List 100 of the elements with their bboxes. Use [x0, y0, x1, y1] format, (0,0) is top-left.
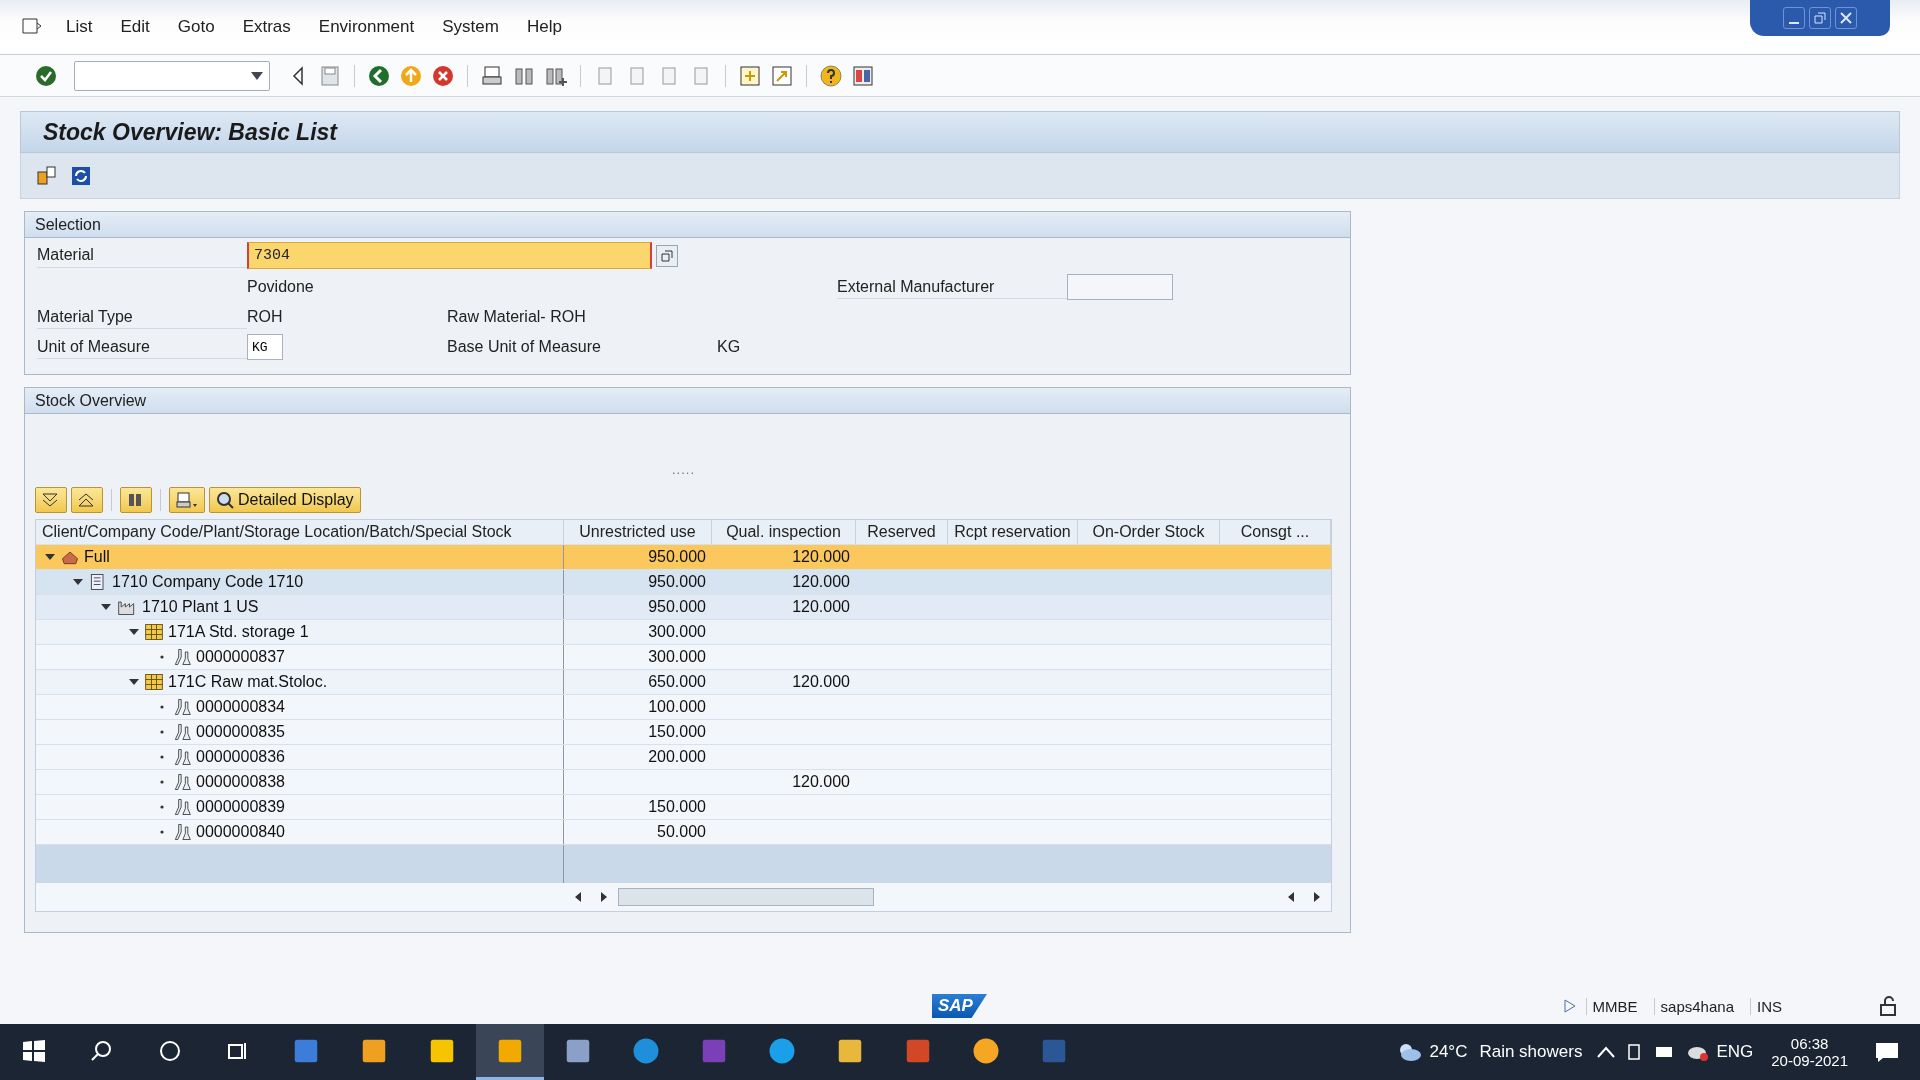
- transaction-code[interactable]: MMBE: [1585, 997, 1644, 1015]
- unit-field[interactable]: KG: [247, 334, 283, 360]
- menu-item[interactable]: Environment: [304, 17, 429, 37]
- column-header[interactable]: Reserved: [856, 520, 948, 544]
- play-icon[interactable]: [1563, 999, 1576, 1013]
- notification-icon[interactable]: [1874, 1040, 1900, 1064]
- scroll-arrows-icon[interactable]: [1287, 891, 1321, 903]
- value-help-button[interactable]: [656, 244, 678, 267]
- panel-header: Stock Overview: [25, 388, 1350, 414]
- warehouse-icon: [144, 622, 164, 642]
- tree-row[interactable]: 0000000835 150.000: [36, 720, 1331, 745]
- collapse-all-button[interactable]: [71, 487, 103, 513]
- minimize-button[interactable]: [1783, 7, 1805, 29]
- splitter-handle[interactable]: .....: [671, 462, 696, 477]
- temperature: 24°C: [1428, 1042, 1469, 1062]
- hierarchy-icon[interactable]: [35, 163, 59, 188]
- circle-icon: [158, 1038, 182, 1063]
- table-cell-text: 950.000: [647, 573, 707, 591]
- tree-node-label: 0000000836: [196, 748, 285, 766]
- windows-icon: [22, 1038, 46, 1063]
- tree-row[interactable]: 0000000837 300.000: [36, 645, 1331, 670]
- tree-row[interactable]: 0000000838 120.000: [36, 770, 1331, 795]
- menu-item[interactable]: System: [428, 17, 513, 37]
- tree-row[interactable]: 1710 Plant 1 US 950.000 120.000: [36, 595, 1331, 620]
- layout-icon[interactable]: [851, 63, 875, 88]
- expand-all-button[interactable]: [35, 487, 67, 513]
- expand-all-icon: [42, 493, 58, 507]
- find-button[interactable]: [120, 487, 152, 513]
- table-cell-text: 120.000: [791, 598, 851, 616]
- save-icon[interactable]: [318, 63, 342, 88]
- tree-row[interactable]: Full 950.000 120.000: [36, 545, 1331, 570]
- tree-node-label: 0000000838: [196, 773, 285, 791]
- dropdown-arrow-icon[interactable]: [251, 71, 263, 80]
- tree-node-label: Full: [84, 548, 110, 566]
- language-indicator[interactable]: ENG: [1710, 1042, 1760, 1062]
- tree-row[interactable]: 171A Std. storage 1 300.000: [36, 620, 1331, 645]
- chevron-up-icon[interactable]: [1596, 1045, 1617, 1059]
- column-header[interactable]: On-Order Stock: [1078, 520, 1220, 544]
- scrollbar-thumb[interactable]: [618, 888, 874, 906]
- table-cell-text: 150.000: [647, 723, 707, 741]
- menu-item[interactable]: Goto: [163, 17, 229, 37]
- tree-node-label: 171A Std. storage 1: [168, 623, 309, 641]
- tree-node-label: 1710 Company Code 1710: [112, 573, 304, 591]
- restore-button[interactable]: [1809, 7, 1831, 29]
- table-cell-text: 120.000: [791, 548, 851, 566]
- flask-icon: [172, 772, 192, 792]
- column-header[interactable]: Client/Company Code/Plant/Storage Location/Batch/Special Stock: [36, 520, 564, 544]
- flask-icon: [172, 747, 192, 767]
- copy-icon: [661, 249, 673, 262]
- column-header[interactable]: Consgt ...: [1220, 520, 1331, 544]
- tree-row[interactable]: 0000000840 50.000: [36, 820, 1331, 845]
- column-header[interactable]: Rcpt reservation: [948, 520, 1078, 544]
- field-label: Material Type: [37, 305, 247, 329]
- table-cell-text: 200.000: [647, 748, 707, 766]
- shortcut-icon[interactable]: [770, 63, 794, 88]
- restore-icon: [1814, 12, 1826, 24]
- tree-row[interactable]: 0000000836 200.000: [36, 745, 1331, 770]
- tree-row[interactable]: 0000000834 100.000: [36, 695, 1331, 720]
- page-title: Stock Overview: Basic List: [43, 118, 337, 146]
- tree-row[interactable]: 0000000839 150.000: [36, 795, 1331, 820]
- clock[interactable]: 06:38 20-09-2021: [1759, 1035, 1860, 1069]
- check-icon[interactable]: [34, 63, 58, 88]
- menu-item[interactable]: Edit: [106, 17, 164, 37]
- magnifier-icon: [216, 491, 234, 509]
- field-label: External Manufacturer: [837, 275, 1067, 299]
- print-icon[interactable]: [480, 63, 504, 88]
- system-name: saps4hana: [1653, 997, 1740, 1015]
- column-header[interactable]: Unrestricted use: [564, 520, 712, 544]
- tree-node-label: 0000000840: [196, 823, 285, 841]
- detailed-display-button[interactable]: Detailed Display: [209, 487, 361, 513]
- table-cell-text: 300.000: [647, 623, 707, 641]
- tree-node-label: 0000000835: [196, 723, 285, 741]
- table-cell-text: 650.000: [647, 673, 707, 691]
- tree-row[interactable]: 1710 Company Code 1710 950.000 120.000: [36, 570, 1331, 595]
- menu-item[interactable]: Help: [512, 17, 576, 37]
- close-button[interactable]: [1835, 7, 1857, 29]
- external-manufacturer-field[interactable]: [1067, 274, 1173, 300]
- help-icon[interactable]: [819, 63, 843, 88]
- window-icon[interactable]: [738, 63, 762, 88]
- cancel-icon[interactable]: [431, 63, 455, 88]
- table-cell-text: 50.000: [656, 823, 707, 841]
- tree-row[interactable]: 171C Raw mat.Stoloc. 650.000 120.000: [36, 670, 1331, 695]
- collapse-all-icon: [78, 493, 94, 507]
- flask-icon: [172, 722, 192, 742]
- command-field[interactable]: [74, 60, 270, 91]
- tree-node-label: 1710 Plant 1 US: [142, 598, 259, 616]
- tree-node-label: 0000000834: [196, 698, 285, 716]
- menu-item[interactable]: List: [52, 17, 107, 37]
- sap-logo: SAP: [932, 994, 987, 1018]
- close-icon: [1840, 12, 1852, 24]
- menu-item[interactable]: Extras: [228, 17, 305, 37]
- panel-header: Selection: [25, 212, 1350, 238]
- weather-text: Rain showers: [1478, 1042, 1584, 1062]
- print-button[interactable]: [169, 487, 205, 513]
- scroll-arrows-icon[interactable]: [574, 891, 608, 903]
- field-value: KG: [717, 337, 742, 357]
- column-header[interactable]: Qual. inspection: [712, 520, 856, 544]
- flask-icon: [172, 697, 192, 717]
- material-field[interactable]: 7304: [247, 242, 652, 269]
- field-value: ROH: [247, 307, 284, 327]
